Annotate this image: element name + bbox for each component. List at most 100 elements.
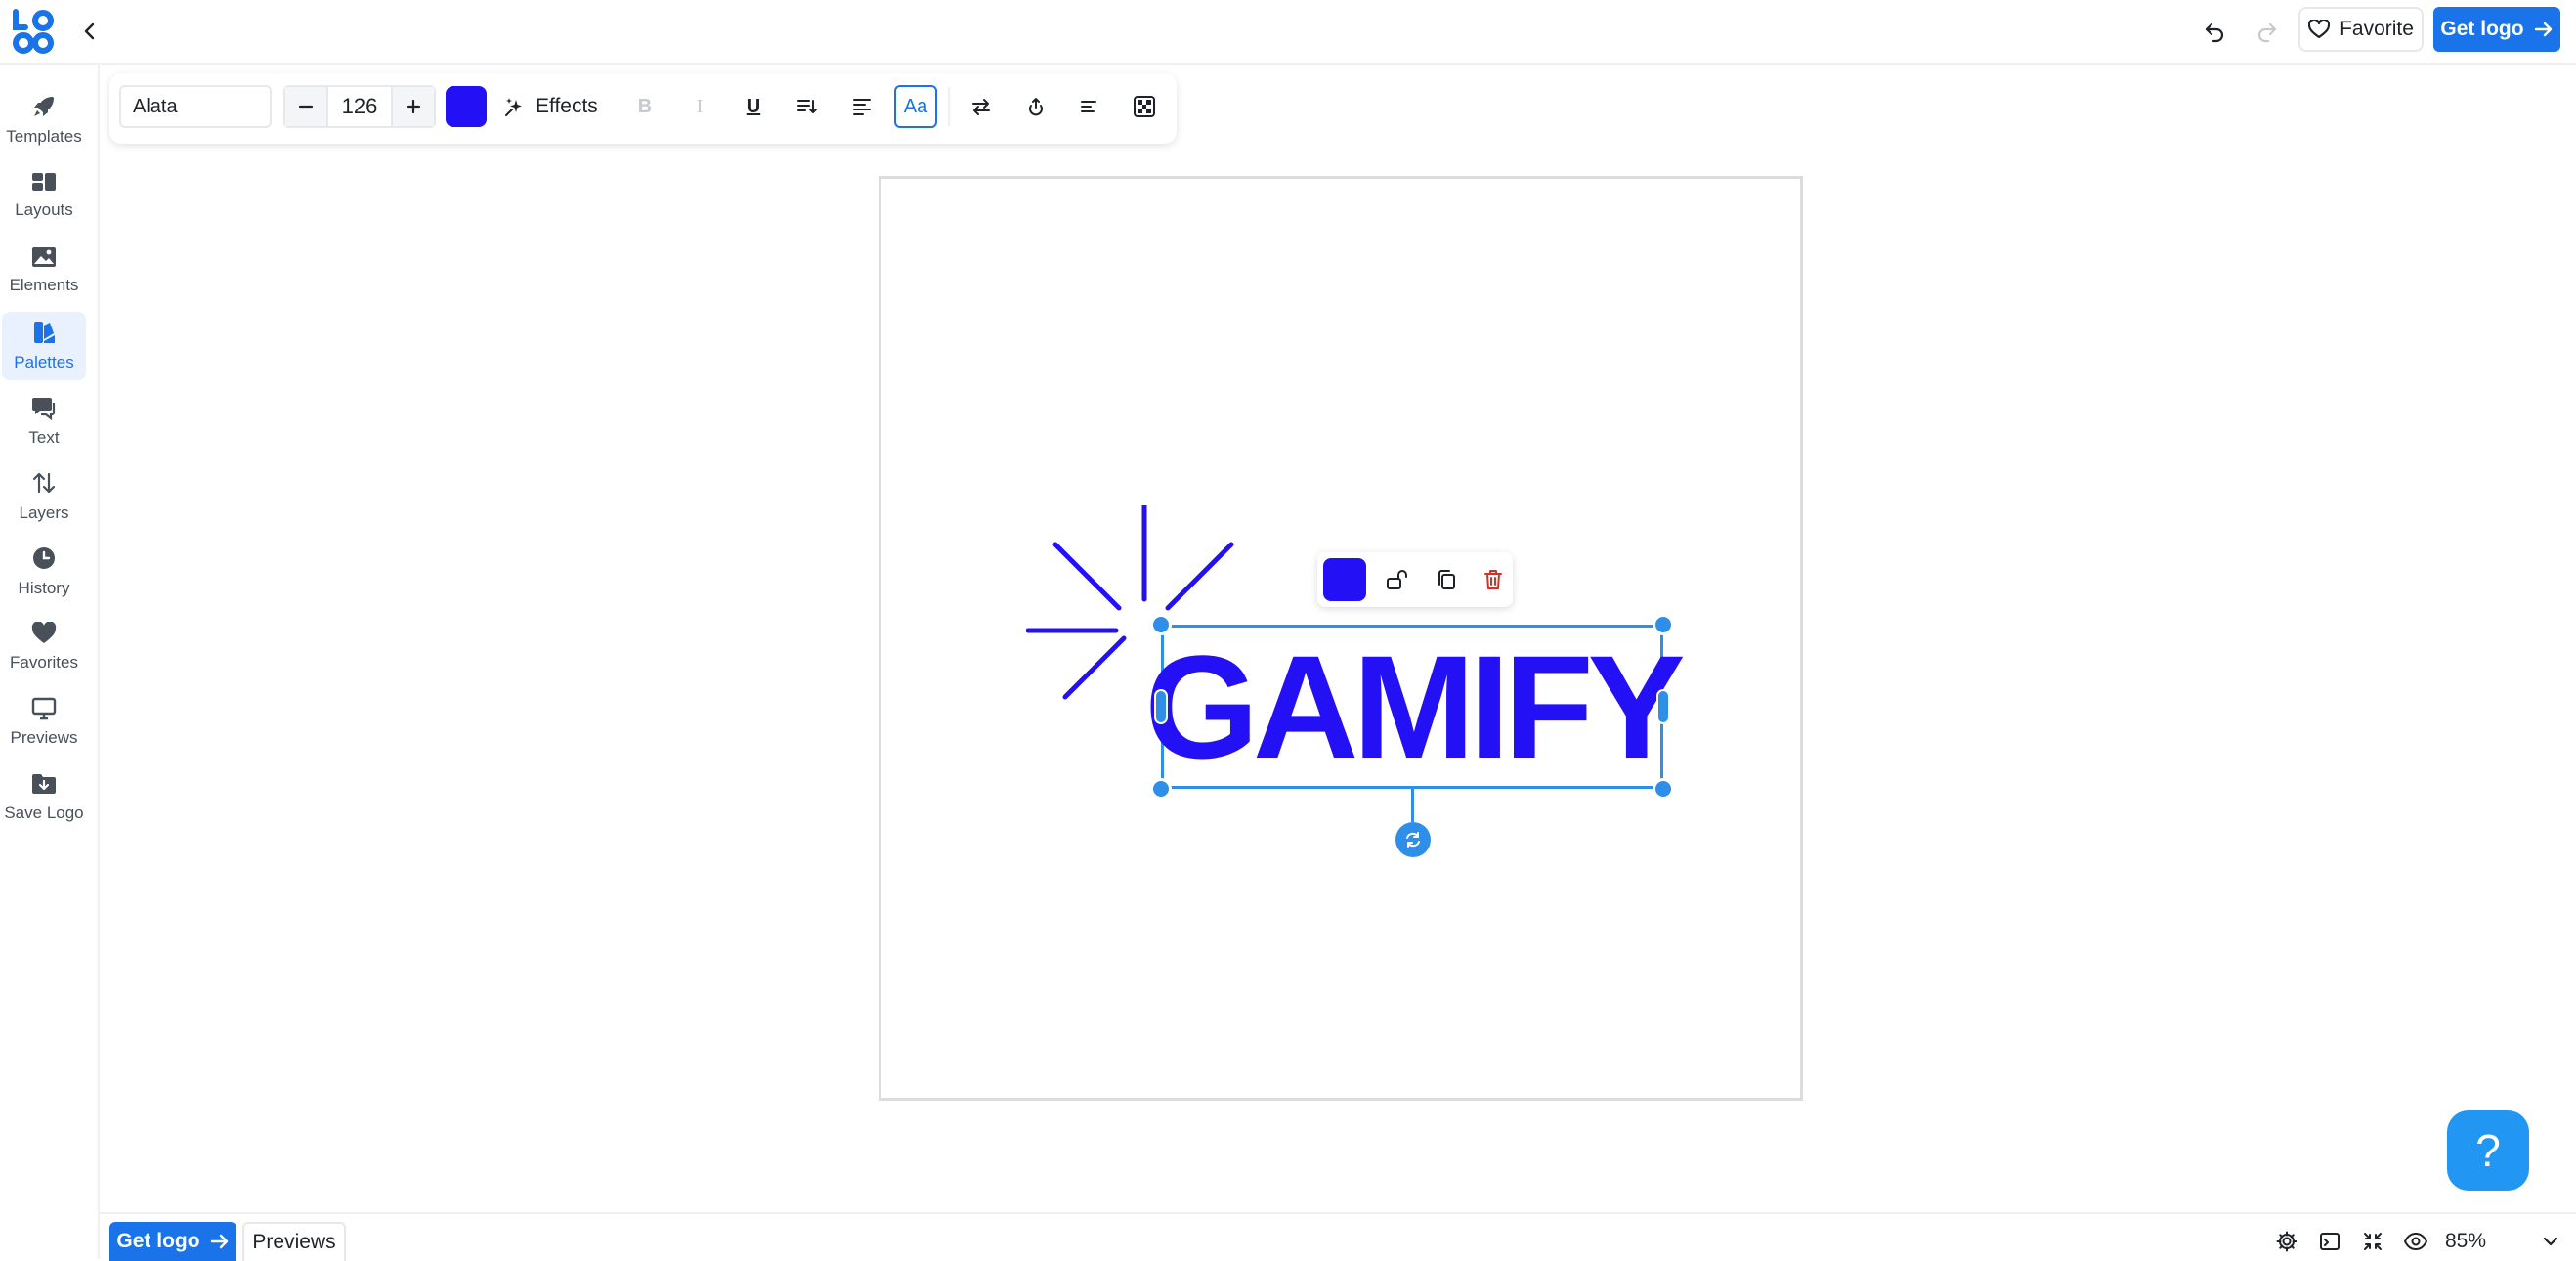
curve-text-button[interactable] xyxy=(1016,87,1055,126)
monitor-icon xyxy=(31,697,57,720)
text-case-button[interactable]: Aa xyxy=(894,85,937,128)
swap-button[interactable] xyxy=(962,87,1001,126)
sidebar-item-save-logo[interactable]: Save Logo xyxy=(2,763,86,832)
sidebar-item-history[interactable]: History xyxy=(2,538,86,606)
get-logo-bottom-button[interactable]: Get logo xyxy=(109,1222,236,1261)
favorite-label: Favorite xyxy=(2340,18,2414,40)
get-logo-button[interactable]: Get logo xyxy=(2433,7,2560,52)
terminal-icon xyxy=(2319,1231,2340,1252)
preview-mode-button[interactable] xyxy=(2314,1226,2345,1257)
bold-label: B xyxy=(637,95,653,117)
app-logo[interactable] xyxy=(12,8,55,55)
sidebar-item-label: Save Logo xyxy=(4,804,84,822)
opacity-button[interactable] xyxy=(1125,87,1164,126)
case-label: Aa xyxy=(903,95,928,117)
text-spacing-button[interactable] xyxy=(1070,87,1109,126)
effects-button[interactable]: Effects xyxy=(504,87,598,126)
sidebar-item-layouts[interactable]: Layouts xyxy=(2,161,86,230)
settings-button[interactable] xyxy=(2271,1226,2302,1257)
font-family-select[interactable]: Alata xyxy=(119,85,272,128)
sidebar-item-text[interactable]: Text xyxy=(2,387,86,456)
plus-icon xyxy=(406,99,421,114)
sidebar-item-label: Layouts xyxy=(15,200,73,219)
text-format-toolbar: Alata 126 Effects B I U Aa xyxy=(109,73,1177,144)
delete-button[interactable] xyxy=(1474,560,1513,599)
heart-icon xyxy=(31,622,57,645)
text-lines-icon xyxy=(1079,96,1100,117)
layouts-icon xyxy=(31,171,57,193)
font-size-decrease-button[interactable] xyxy=(285,87,326,126)
resize-handle-top-left[interactable] xyxy=(1150,614,1172,635)
lock-button[interactable] xyxy=(1378,560,1417,599)
left-sidebar: Templates Layouts Elements Palettes Text… xyxy=(0,65,100,1259)
collapse-icon xyxy=(2362,1231,2383,1252)
text-color-swatch[interactable] xyxy=(446,86,487,127)
clock-icon xyxy=(31,545,57,571)
sidebar-item-label: Templates xyxy=(6,127,82,146)
rotate-handle[interactable] xyxy=(1395,822,1431,857)
sidebar-item-label: History xyxy=(18,579,70,597)
line-spacing-button[interactable] xyxy=(788,87,827,126)
visibility-button[interactable] xyxy=(2400,1226,2431,1257)
design-canvas[interactable]: GAMIFY xyxy=(879,176,1803,1101)
resize-handle-bottom-right[interactable] xyxy=(1653,778,1674,800)
resize-handle-top-right[interactable] xyxy=(1653,614,1674,635)
chevron-down-icon xyxy=(2541,1232,2560,1251)
favorite-button[interactable]: Favorite xyxy=(2298,7,2424,52)
sidebar-item-elements[interactable]: Elements xyxy=(2,237,86,305)
sidebar-item-label: Text xyxy=(28,428,60,447)
rotate-connector xyxy=(1411,789,1414,822)
eye-icon xyxy=(2404,1231,2427,1252)
underline-label: U xyxy=(746,95,761,117)
sidebar-item-favorites[interactable]: Favorites xyxy=(2,613,86,681)
text-bubble-icon xyxy=(31,395,57,420)
checkerboard-icon xyxy=(1133,95,1156,118)
resize-handle-bottom-left[interactable] xyxy=(1150,778,1172,800)
fit-screen-button[interactable] xyxy=(2357,1226,2388,1257)
zoom-dropdown-button[interactable] xyxy=(2535,1226,2566,1257)
selected-text-element[interactable]: GAMIFY xyxy=(1144,625,1686,789)
help-label: ? xyxy=(2475,1125,2501,1176)
italic-button[interactable]: I xyxy=(680,87,719,126)
line-spacing-icon xyxy=(796,96,818,117)
unlock-icon xyxy=(1386,568,1409,591)
sidebar-item-layers[interactable]: Layers xyxy=(2,462,86,531)
sidebar-item-label: Layers xyxy=(19,503,69,522)
heart-outline-icon xyxy=(2308,20,2331,39)
font-size-input[interactable]: 126 xyxy=(326,87,393,126)
chevron-left-icon xyxy=(80,22,100,41)
minus-icon xyxy=(298,99,314,114)
italic-label: I xyxy=(696,95,704,117)
sidebar-item-label: Elements xyxy=(9,276,79,294)
sparkles-icon xyxy=(504,96,526,117)
effects-label: Effects xyxy=(536,95,598,117)
resize-handle-right[interactable] xyxy=(1656,689,1670,724)
sidebar-item-templates[interactable]: Templates xyxy=(2,86,86,154)
redo-button[interactable] xyxy=(2248,12,2287,51)
layers-arrows-icon xyxy=(31,470,57,496)
font-size-stepper: 126 xyxy=(283,85,436,128)
resize-handle-left[interactable] xyxy=(1154,689,1168,724)
logo-text[interactable]: GAMIFY xyxy=(1144,628,1685,786)
back-button[interactable] xyxy=(72,14,107,49)
bold-button[interactable]: B xyxy=(625,87,665,126)
top-bar: Favorite Get logo xyxy=(0,0,2576,65)
font-size-increase-button[interactable] xyxy=(393,87,434,126)
element-context-toolbar xyxy=(1317,552,1513,607)
duplicate-button[interactable] xyxy=(1427,560,1466,599)
help-button[interactable]: ? xyxy=(2447,1110,2529,1191)
element-color-swatch[interactable] xyxy=(1323,558,1366,601)
text-align-button[interactable] xyxy=(842,87,881,126)
underline-button[interactable]: U xyxy=(734,87,773,126)
palette-icon xyxy=(31,320,57,345)
undo-button[interactable] xyxy=(2195,12,2234,51)
sidebar-item-palettes[interactable]: Palettes xyxy=(2,312,86,380)
sidebar-item-previews[interactable]: Previews xyxy=(2,688,86,757)
previews-bottom-button[interactable]: Previews xyxy=(242,1222,346,1261)
get-logo-label: Get logo xyxy=(116,1230,200,1252)
rotate-icon xyxy=(1403,830,1423,849)
copy-icon xyxy=(1435,568,1458,591)
gear-icon xyxy=(2276,1231,2297,1252)
sidebar-item-label: Favorites xyxy=(10,653,78,672)
arrow-right-icon xyxy=(2534,20,2554,39)
